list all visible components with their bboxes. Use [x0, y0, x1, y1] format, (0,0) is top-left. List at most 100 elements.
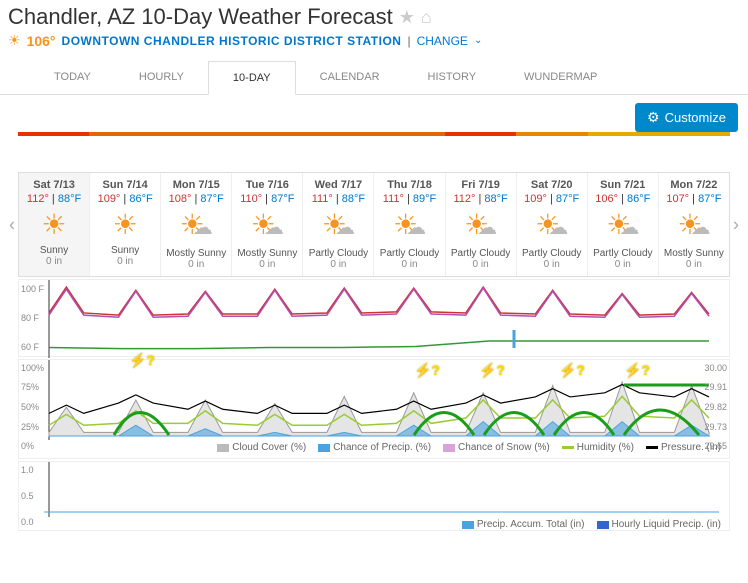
lightning-annotation-icon: ⚡?	[129, 352, 155, 369]
lo-temp: 87°F	[698, 193, 721, 205]
condition: Mostly Sunny	[163, 248, 229, 259]
chevron-down-icon[interactable]: ⌄	[474, 35, 482, 46]
ylabel: 75%	[21, 382, 39, 392]
lo-temp: 87°F	[271, 193, 294, 205]
lightning-annotation-icon: ⚡?	[559, 362, 585, 379]
day-col[interactable]: Sun 7/21 106° | 86°F ☀☁ Partly Cloudy 0 …	[588, 173, 659, 276]
partly-cloudy-icon: ☀☁	[590, 209, 656, 244]
day-col[interactable]: Sat 7/13 112° | 88°F ☀ Sunny 0 in	[19, 173, 90, 276]
condition: Partly Cloudy	[376, 248, 442, 259]
lo-temp: 87°F	[556, 193, 579, 205]
ylabel: 25%	[21, 422, 39, 432]
gear-icon: ⚙	[647, 109, 660, 126]
tab-history[interactable]: HISTORY	[404, 61, 501, 94]
customize-button[interactable]: ⚙ Customize	[635, 103, 738, 132]
legend-accum: Precip. Accum. Total (in)	[477, 519, 585, 530]
day-name: Sat 7/13	[21, 179, 87, 191]
next-arrow-icon[interactable]: ›	[727, 208, 745, 241]
day-col[interactable]: Fri 7/19 112° | 88°F ☀☁ Partly Cloudy 0 …	[446, 173, 517, 276]
legend: Precip. Accum. Total (in) Hourly Liquid …	[19, 517, 729, 532]
ylabel-right: 29.82	[704, 402, 727, 412]
hi-temp: 109°	[98, 193, 121, 205]
partly-cloudy-icon: ☀☁	[163, 209, 229, 244]
precip: 0 in	[376, 259, 442, 270]
ylabel: 1.0	[21, 465, 34, 475]
day-name: Sun 7/14	[92, 179, 158, 191]
hi-temp: 112°	[27, 193, 49, 205]
divider: |	[407, 34, 410, 48]
tab-10day[interactable]: 10-DAY	[208, 61, 296, 95]
hi-temp: 107°	[666, 193, 689, 205]
page-title: Chandler, AZ 10-Day Weather Forecast	[8, 4, 393, 30]
ylabel: 0%	[21, 441, 34, 451]
lo-temp: 89°F	[413, 193, 436, 205]
precip: 0 in	[448, 259, 514, 270]
legend-precip: Chance of Precip. (%)	[333, 442, 431, 453]
condition: Partly Cloudy	[448, 248, 514, 259]
station-link[interactable]: DOWNTOWN CHANDLER HISTORIC DISTRICT STAT…	[62, 34, 402, 48]
prev-arrow-icon[interactable]: ‹	[3, 208, 21, 241]
day-name: Sat 7/20	[519, 179, 585, 191]
ylabel: 60 F	[21, 342, 39, 352]
precip: 0 in	[661, 259, 727, 270]
lo-temp: 88°F	[58, 193, 81, 205]
sunny-icon: ☀	[92, 209, 158, 241]
chart-temperature[interactable]: 100 F 80 F 60 F Dew Point (°) Feels Like…	[18, 279, 730, 357]
day-name: Mon 7/15	[163, 179, 229, 191]
chart-cloud-precip[interactable]: 100% 75% 50% 25% 0% 30.00 29.91 29.82 29…	[18, 359, 730, 459]
day-name: Tue 7/16	[234, 179, 300, 191]
day-col[interactable]: Sun 7/14 109° | 86°F ☀ Sunny 0 in	[90, 173, 161, 276]
legend-liquid: Hourly Liquid Precip. (in)	[612, 519, 722, 530]
condition: Partly Cloudy	[519, 248, 585, 259]
precip: 0 in	[519, 259, 585, 270]
day-col[interactable]: Wed 7/17 111° | 88°F ☀☁ Partly Cloudy 0 …	[303, 173, 374, 276]
day-col[interactable]: Tue 7/16 110° | 87°F ☀☁ Mostly Sunny 0 i…	[232, 173, 303, 276]
precip: 0 in	[21, 256, 87, 267]
partly-cloudy-icon: ☀☁	[305, 209, 371, 244]
home-icon[interactable]: ⌂	[421, 7, 432, 28]
condition: Mostly Sunny	[661, 248, 727, 259]
day-col[interactable]: Thu 7/18 111° | 89°F ☀☁ Partly Cloudy 0 …	[374, 173, 445, 276]
day-col[interactable]: Sat 7/20 109° | 87°F ☀☁ Partly Cloudy 0 …	[517, 173, 588, 276]
ylabel-right: 29.91	[704, 382, 727, 392]
partly-cloudy-icon: ☀☁	[376, 209, 442, 244]
chart-precipitation[interactable]: 1.0 0.5 0.0 Precip. Accum. Total (in) Ho…	[18, 461, 730, 531]
tab-hourly[interactable]: HOURLY	[115, 61, 208, 94]
hi-temp: 109°	[524, 193, 547, 205]
hi-temp: 111°	[312, 193, 333, 205]
day-col[interactable]: Mon 7/22 107° | 87°F ☀☁ Mostly Sunny 0 i…	[659, 173, 729, 276]
tab-calendar[interactable]: CALENDAR	[296, 61, 404, 94]
tab-wundermap[interactable]: WUNDERMAP	[500, 61, 621, 94]
legend: Cloud Cover (%) Chance of Precip. (%) Ch…	[19, 440, 729, 455]
tabs: TODAY HOURLY 10-DAY CALENDAR HISTORY WUN…	[0, 61, 748, 95]
day-name: Mon 7/22	[661, 179, 727, 191]
precip: 0 in	[163, 259, 229, 270]
favorite-star-icon[interactable]: ★	[399, 7, 415, 28]
lo-temp: 88°F	[342, 193, 365, 205]
lo-temp: 86°F	[627, 193, 650, 205]
condition: Sunny	[92, 245, 158, 256]
day-name: Sun 7/21	[590, 179, 656, 191]
legend-humid: Humidity (%)	[577, 442, 634, 453]
ylabel: 50%	[21, 402, 39, 412]
partly-cloudy-icon: ☀☁	[234, 209, 300, 244]
sunny-icon: ☀	[21, 209, 87, 241]
ylabel-right: 29.73	[704, 422, 727, 432]
partly-cloudy-icon: ☀☁	[519, 209, 585, 244]
ylabel: 0.5	[21, 491, 34, 501]
partly-cloudy-icon: ☀☁	[661, 209, 727, 244]
tab-today[interactable]: TODAY	[30, 61, 115, 94]
ylabel: 100 F	[21, 284, 44, 294]
day-col[interactable]: Mon 7/15 108° | 87°F ☀☁ Mostly Sunny 0 i…	[161, 173, 232, 276]
change-station-link[interactable]: CHANGE	[417, 34, 468, 48]
current-temp: 106°	[27, 33, 56, 49]
day-name: Thu 7/18	[376, 179, 442, 191]
condition: Sunny	[21, 245, 87, 256]
hi-temp: 112°	[453, 193, 475, 205]
hi-temp: 108°	[169, 193, 192, 205]
partly-cloudy-icon: ☀☁	[448, 209, 514, 244]
temp-colorbar	[18, 132, 730, 136]
lo-temp: 88°F	[484, 193, 507, 205]
hi-temp: 111°	[383, 193, 404, 205]
sun-icon: ☀	[8, 32, 21, 49]
